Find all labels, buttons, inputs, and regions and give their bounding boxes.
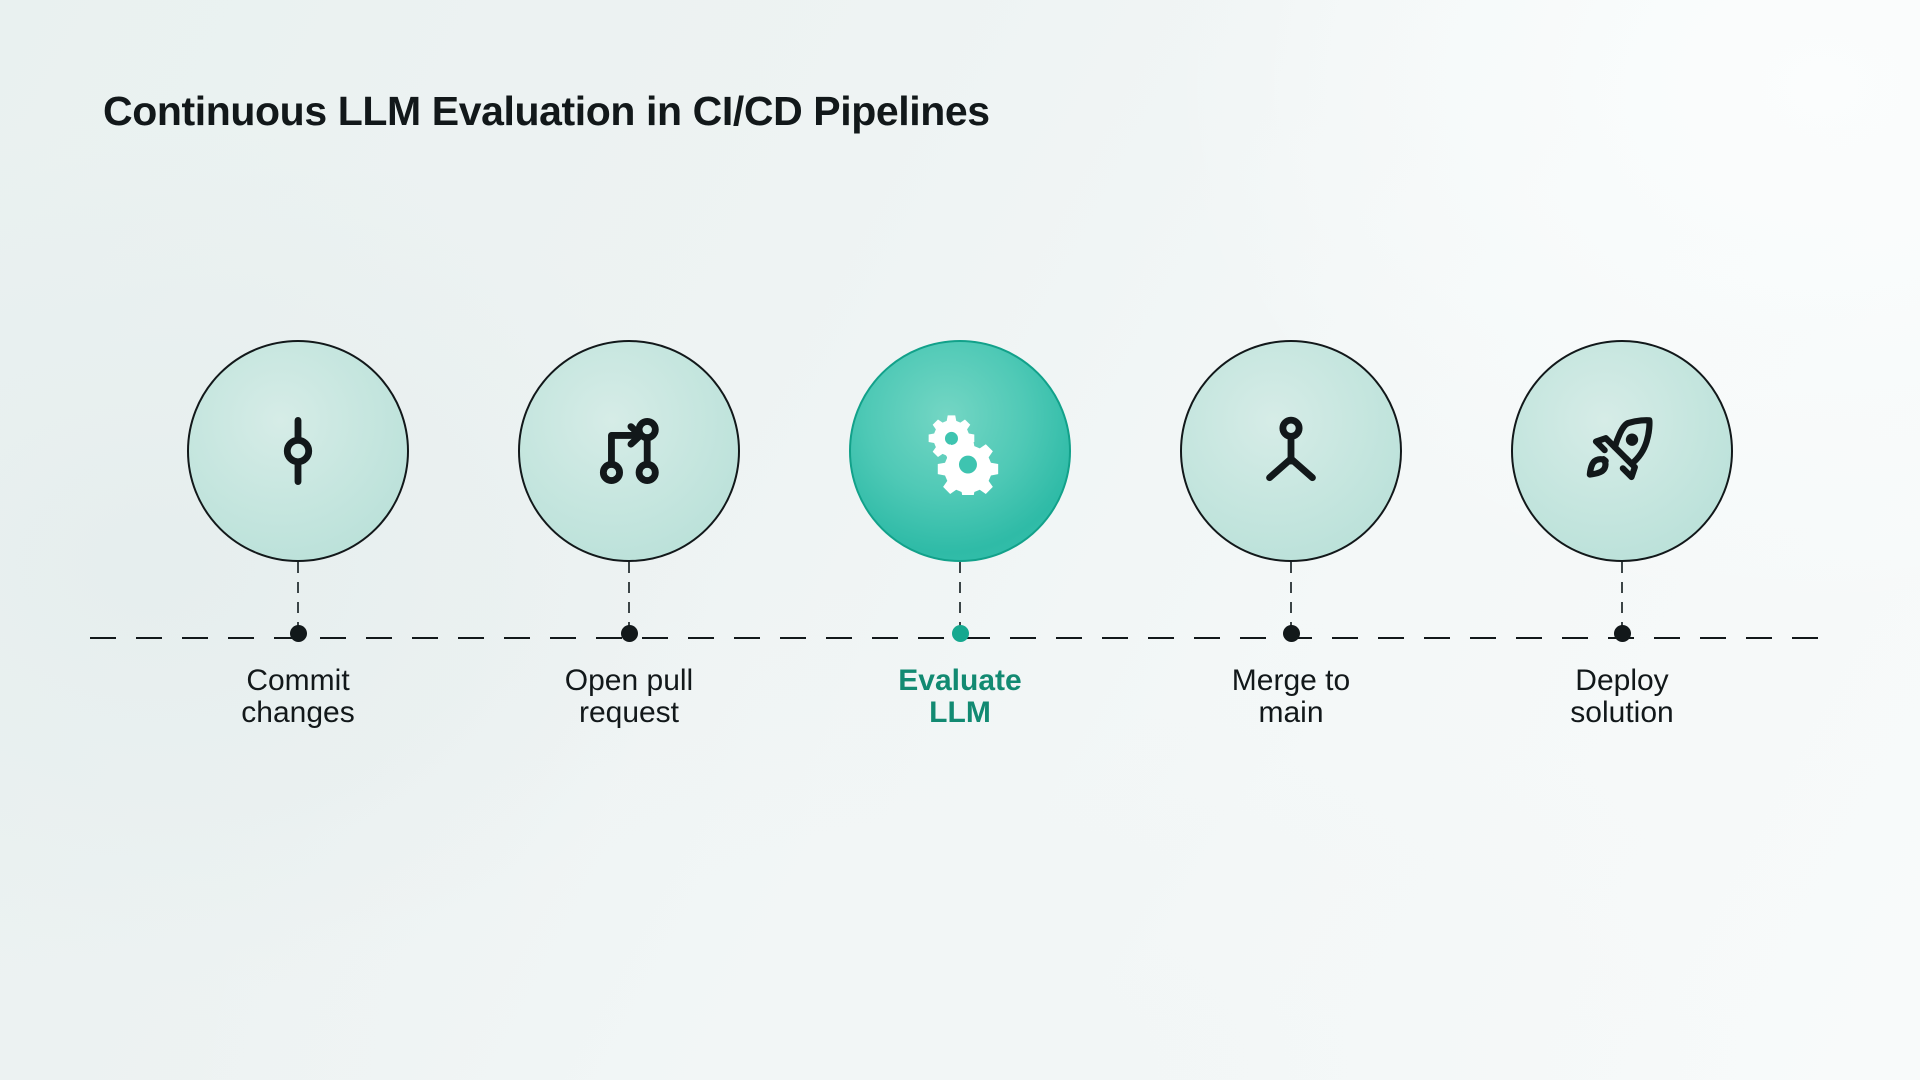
rocket-icon <box>1582 411 1662 491</box>
timeline-step-open-pull-request[interactable]: Open pull request <box>479 340 779 729</box>
step-connector <box>959 562 961 634</box>
step-connector <box>1621 562 1623 634</box>
timeline-step-commit-changes[interactable]: Commit changes <box>148 340 448 729</box>
git-commit-icon <box>259 412 337 490</box>
timeline-steps: Commit changes Open pull request Evaluat… <box>0 0 1920 1080</box>
timeline-step-evaluate-llm[interactable]: Evaluate LLM <box>810 340 1110 729</box>
step-label: Deploy solution <box>1570 664 1674 730</box>
timeline-node[interactable] <box>951 625 969 642</box>
step-bubble[interactable] <box>187 340 409 562</box>
step-label: Merge to main <box>1231 664 1351 730</box>
timeline-node[interactable] <box>1282 625 1300 642</box>
step-label: Evaluate LLM <box>898 664 1022 730</box>
timeline-node[interactable] <box>620 625 638 642</box>
step-bubble[interactable] <box>849 340 1071 562</box>
timeline-step-merge-to-main[interactable]: Merge to main <box>1141 340 1441 729</box>
gears-icon <box>916 407 1004 495</box>
diagram-canvas: Continuous LLM Evaluation in CI/CD Pipel… <box>0 0 1920 1080</box>
step-connector <box>628 562 630 634</box>
step-connector <box>1290 562 1292 634</box>
git-pull-request-icon <box>590 412 668 490</box>
step-label: Open pull request <box>564 664 694 730</box>
step-bubble[interactable] <box>1511 340 1733 562</box>
step-bubble[interactable] <box>1180 340 1402 562</box>
step-bubble[interactable] <box>518 340 740 562</box>
timeline-node[interactable] <box>289 625 307 642</box>
timeline-step-deploy-solution[interactable]: Deploy solution <box>1472 340 1772 729</box>
git-merge-icon <box>1252 412 1330 490</box>
step-connector <box>297 562 299 634</box>
timeline-node[interactable] <box>1613 625 1631 642</box>
step-label: Commit changes <box>241 664 355 730</box>
